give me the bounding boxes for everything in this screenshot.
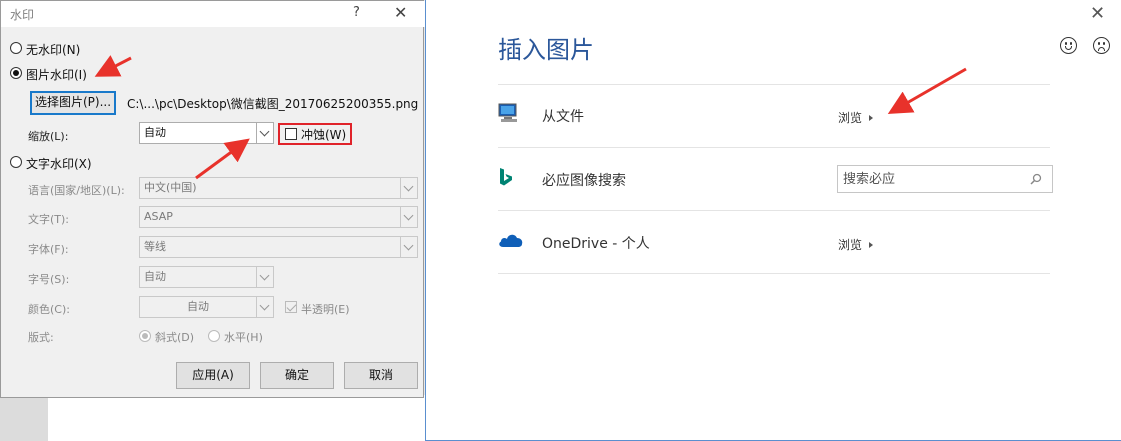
language-combo[interactable]: 中文(中国) [139, 177, 418, 199]
onedrive-cloud-icon [499, 234, 523, 247]
radio-no-watermark[interactable] [10, 42, 22, 54]
select-picture-button[interactable]: 选择图片(P)... [30, 91, 116, 115]
text-combo[interactable]: ASAP [139, 206, 418, 228]
size-combo[interactable]: 自动 [139, 266, 274, 288]
source-from-file-label: 从文件 [542, 109, 584, 125]
triangle-right-icon [869, 115, 874, 121]
source-onedrive-label: OneDrive - 个人 [542, 236, 650, 252]
bing-icon [500, 168, 512, 186]
font-combo[interactable]: 等线 [139, 236, 418, 258]
horizontal-label[interactable]: 水平(H) [224, 329, 263, 345]
divider [498, 147, 1050, 148]
dialog-close-icon[interactable]: ✕ [394, 3, 407, 22]
color-value: 自动 [187, 300, 209, 313]
frown-icon[interactable] [1093, 37, 1110, 54]
size-value: 自动 [144, 270, 166, 283]
smile-icon[interactable] [1060, 37, 1077, 54]
watermark-dialog: 水印 ? ✕ 无水印(N) 图片水印(I) 选择图片(P)... C:\...\… [0, 0, 425, 398]
semitransparent-label[interactable]: 半透明(E) [301, 301, 350, 317]
font-label: 字体(F): [28, 243, 69, 256]
chevron-down-icon[interactable] [400, 207, 417, 227]
radio-picture-watermark[interactable] [10, 67, 22, 79]
chevron-down-icon[interactable] [400, 178, 417, 198]
semitransparent-checkbox[interactable] [285, 301, 297, 313]
scale-label: 缩放(L): [28, 130, 69, 143]
washout-label[interactable]: 冲蚀(W) [301, 126, 346, 143]
help-icon[interactable]: ? [353, 5, 360, 20]
document-page [48, 395, 428, 441]
dialog-titlebar: 水印 ? ✕ [1, 1, 425, 27]
radio-horizontal[interactable] [208, 330, 220, 342]
ok-button[interactable]: 确定 [260, 362, 334, 389]
panel-title: 插入图片 [498, 36, 594, 64]
scale-combo[interactable]: 自动 [139, 122, 274, 144]
divider [498, 210, 1050, 211]
radio-text-watermark[interactable] [10, 156, 22, 168]
chevron-down-icon[interactable] [400, 237, 417, 257]
washout-checkbox[interactable] [285, 128, 297, 140]
language-label: 语言(国家/地区)(L): [28, 184, 125, 197]
search-icon[interactable] [1030, 173, 1042, 185]
radio-diagonal[interactable] [139, 330, 151, 342]
color-combo[interactable]: 自动 [139, 296, 274, 318]
diagonal-label[interactable]: 斜式(D) [155, 329, 194, 345]
no-watermark-label[interactable]: 无水印(N) [26, 41, 80, 58]
browse-file-link[interactable]: 浏览 [838, 109, 874, 126]
source-bing-label: 必应图像搜索 [542, 173, 626, 189]
scale-value: 自动 [144, 126, 166, 139]
language-value: 中文(中国) [144, 181, 197, 194]
picture-path: C:\...\pc\Desktop\微信截图_20170625200355.pn… [127, 97, 419, 111]
panel-close-icon[interactable]: ✕ [1090, 3, 1105, 24]
picture-watermark-label[interactable]: 图片水印(I) [26, 66, 87, 83]
layout-label: 版式: [28, 331, 54, 344]
size-label: 字号(S): [28, 273, 70, 286]
text-value: ASAP [144, 210, 173, 223]
divider [498, 84, 1050, 85]
text-label: 文字(T): [28, 213, 70, 226]
chevron-down-icon[interactable] [256, 123, 273, 143]
bing-search-input[interactable] [838, 166, 1018, 192]
chevron-down-icon[interactable] [256, 297, 273, 317]
triangle-right-icon [869, 242, 874, 248]
bing-search-box[interactable] [837, 165, 1053, 193]
computer-icon [498, 103, 517, 122]
cancel-button[interactable]: 取消 [344, 362, 418, 389]
apply-button[interactable]: 应用(A) [176, 362, 250, 389]
color-label: 颜色(C): [28, 303, 70, 316]
dialog-title: 水印 [10, 8, 35, 22]
text-watermark-label[interactable]: 文字水印(X) [26, 155, 92, 172]
divider [498, 273, 1050, 274]
chevron-down-icon[interactable] [256, 267, 273, 287]
font-value: 等线 [144, 240, 166, 253]
browse-onedrive-link[interactable]: 浏览 [838, 236, 874, 253]
insert-pictures-panel: 插入图片 ✕ 从文件 浏览 必应图像搜索 OneDrive - 个人 浏览 [425, 0, 1121, 441]
